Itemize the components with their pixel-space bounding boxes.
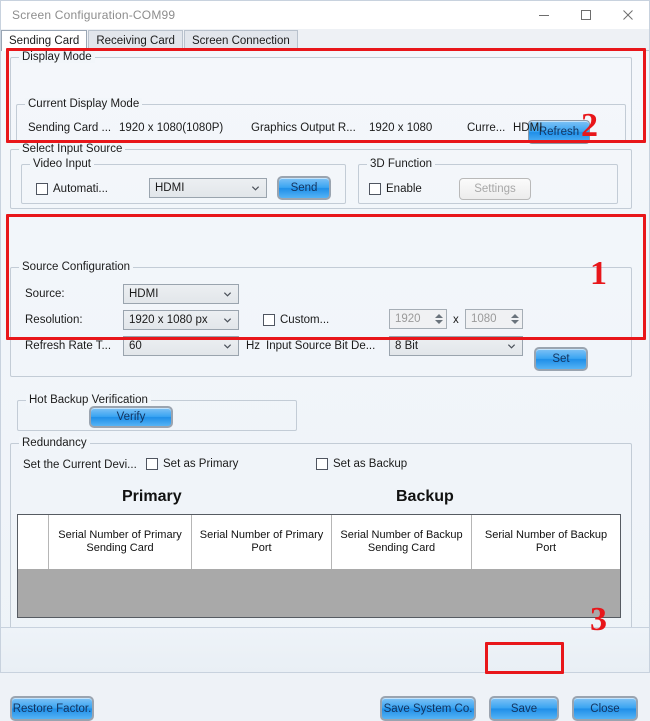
bit-depth-label: Input Source Bit De... — [266, 340, 376, 352]
select-input-source-label: Select Input Source — [19, 143, 126, 155]
source-combo[interactable]: HDMI — [123, 284, 239, 304]
bit-depth-value: 8 Bit — [395, 340, 419, 352]
source-configuration-label: Source Configuration — [19, 261, 134, 273]
video-input-source-combo[interactable]: HDMI — [149, 178, 267, 198]
redundancy-table[interactable]: Serial Number of Primary Sending Card Se… — [17, 514, 621, 618]
set-as-primary-checkbox[interactable]: Set as Primary — [146, 458, 238, 470]
source-label: Source: — [25, 288, 65, 300]
hz-label: Hz — [246, 340, 261, 352]
save-system-config-button[interactable]: Save System Co. — [380, 696, 476, 721]
backup-heading: Backup — [396, 488, 454, 505]
resolution-combo[interactable]: 1920 x 1080 px — [123, 310, 239, 330]
custom-resolution-checkbox[interactable]: Custom... — [263, 314, 329, 326]
source-set-button[interactable]: Set — [534, 347, 588, 371]
set-as-backup-checkbox-box[interactable] — [316, 458, 328, 470]
restore-factory-button[interactable]: Restore Factor. — [10, 696, 94, 721]
chevron-down-icon — [223, 318, 232, 323]
custom-resolution-label: Custom... — [280, 314, 330, 326]
window-title: Screen Configuration-COM99 — [12, 7, 176, 22]
graphics-output-res-value: 1920 x 1080 — [369, 122, 433, 134]
title-bar: Screen Configuration-COM99 — [1, 1, 649, 29]
table-header-cell: Serial Number of Backup Sending Card — [332, 515, 472, 569]
table-header-cell: Serial Number of Primary Sending Card — [49, 515, 192, 569]
bit-depth-combo[interactable]: 8 Bit — [389, 336, 523, 356]
graphics-output-res-label: Graphics Output R... — [251, 122, 356, 134]
screen-configuration-window: Screen Configuration-COM99 Sending Card … — [0, 0, 650, 721]
video-input-send-button[interactable]: Send — [277, 176, 331, 200]
primary-heading: Primary — [122, 488, 182, 505]
automatic-checkbox[interactable]: Automati... — [36, 183, 108, 195]
tab-screen-connection[interactable]: Screen Connection — [183, 30, 298, 50]
footer-bar — [1, 627, 649, 672]
stepper-arrows-icon[interactable] — [435, 314, 443, 324]
sending-card-res-value: 1920 x 1080(1080P) — [119, 122, 224, 134]
three-d-enable-label: Enable — [386, 183, 422, 195]
set-current-device-label: Set the Current Devi... — [23, 459, 137, 471]
resolution-value: 1920 x 1080 px — [129, 314, 208, 326]
current-input-label: Curre... — [467, 122, 506, 134]
close-button[interactable]: Close — [572, 696, 638, 721]
custom-width-stepper[interactable]: 1920 — [389, 309, 447, 329]
minimize-icon[interactable] — [523, 1, 565, 28]
save-button[interactable]: Save — [489, 696, 559, 721]
custom-width-value: 1920 — [395, 313, 421, 325]
tab-receiving-card[interactable]: Receiving Card — [88, 30, 183, 50]
tab-sending-card[interactable]: Sending Card — [1, 30, 88, 51]
table-header-cell: Serial Number of Primary Port — [192, 515, 332, 569]
window-controls — [523, 1, 649, 28]
set-as-backup-checkbox[interactable]: Set as Backup — [316, 458, 407, 470]
tab-bar: Sending Card Receiving Card Screen Conne… — [1, 29, 649, 51]
video-input-label: Video Input — [30, 158, 94, 170]
refresh-rate-value: 60 — [129, 340, 142, 352]
set-as-backup-label: Set as Backup — [333, 458, 408, 470]
custom-resolution-checkbox-box[interactable] — [263, 314, 275, 326]
set-as-primary-label: Set as Primary — [163, 458, 239, 470]
content-area: Display Mode Refresh Current Display Mod… — [1, 51, 649, 721]
custom-height-value: 1080 — [471, 313, 497, 325]
refresh-rate-combo[interactable]: 60 — [123, 336, 239, 356]
current-input-value: HDMI — [513, 122, 543, 134]
source-value: HDMI — [129, 288, 159, 300]
three-d-enable-checkbox-box[interactable] — [369, 183, 381, 195]
close-icon[interactable] — [607, 1, 649, 28]
redundancy-label: Redundancy — [19, 437, 90, 449]
hot-backup-verification-label: Hot Backup Verification — [26, 394, 151, 406]
custom-height-stepper[interactable]: 1080 — [465, 309, 523, 329]
chevron-down-icon — [251, 186, 260, 191]
chevron-down-icon — [223, 292, 232, 297]
redundancy-table-header: Serial Number of Primary Sending Card Se… — [18, 515, 620, 569]
stepper-arrows-icon[interactable] — [511, 314, 519, 324]
set-as-primary-checkbox-box[interactable] — [146, 458, 158, 470]
three-d-function-label: 3D Function — [367, 158, 436, 170]
video-input-source-value: HDMI — [155, 182, 185, 194]
three-d-settings-button[interactable]: Settings — [459, 178, 531, 200]
table-header-cell — [18, 515, 49, 569]
refresh-rate-label: Refresh Rate T... — [25, 340, 112, 352]
chevron-down-icon — [223, 344, 232, 349]
chevron-down-icon — [507, 344, 516, 349]
maximize-icon[interactable] — [565, 1, 607, 28]
current-display-mode-label: Current Display Mode — [25, 98, 143, 110]
redundancy-table-body[interactable] — [18, 569, 620, 617]
table-header-cell: Serial Number of Backup Port — [484, 529, 608, 554]
resolution-label: Resolution: — [25, 314, 83, 326]
sending-card-res-label: Sending Card ... — [28, 122, 112, 134]
automatic-checkbox-box[interactable] — [36, 183, 48, 195]
automatic-checkbox-label: Automati... — [53, 183, 108, 195]
custom-size-separator: x — [453, 314, 459, 326]
hot-backup-verify-button[interactable]: Verify — [89, 406, 173, 428]
three-d-enable-checkbox[interactable]: Enable — [369, 183, 422, 195]
display-mode-label: Display Mode — [19, 51, 95, 63]
